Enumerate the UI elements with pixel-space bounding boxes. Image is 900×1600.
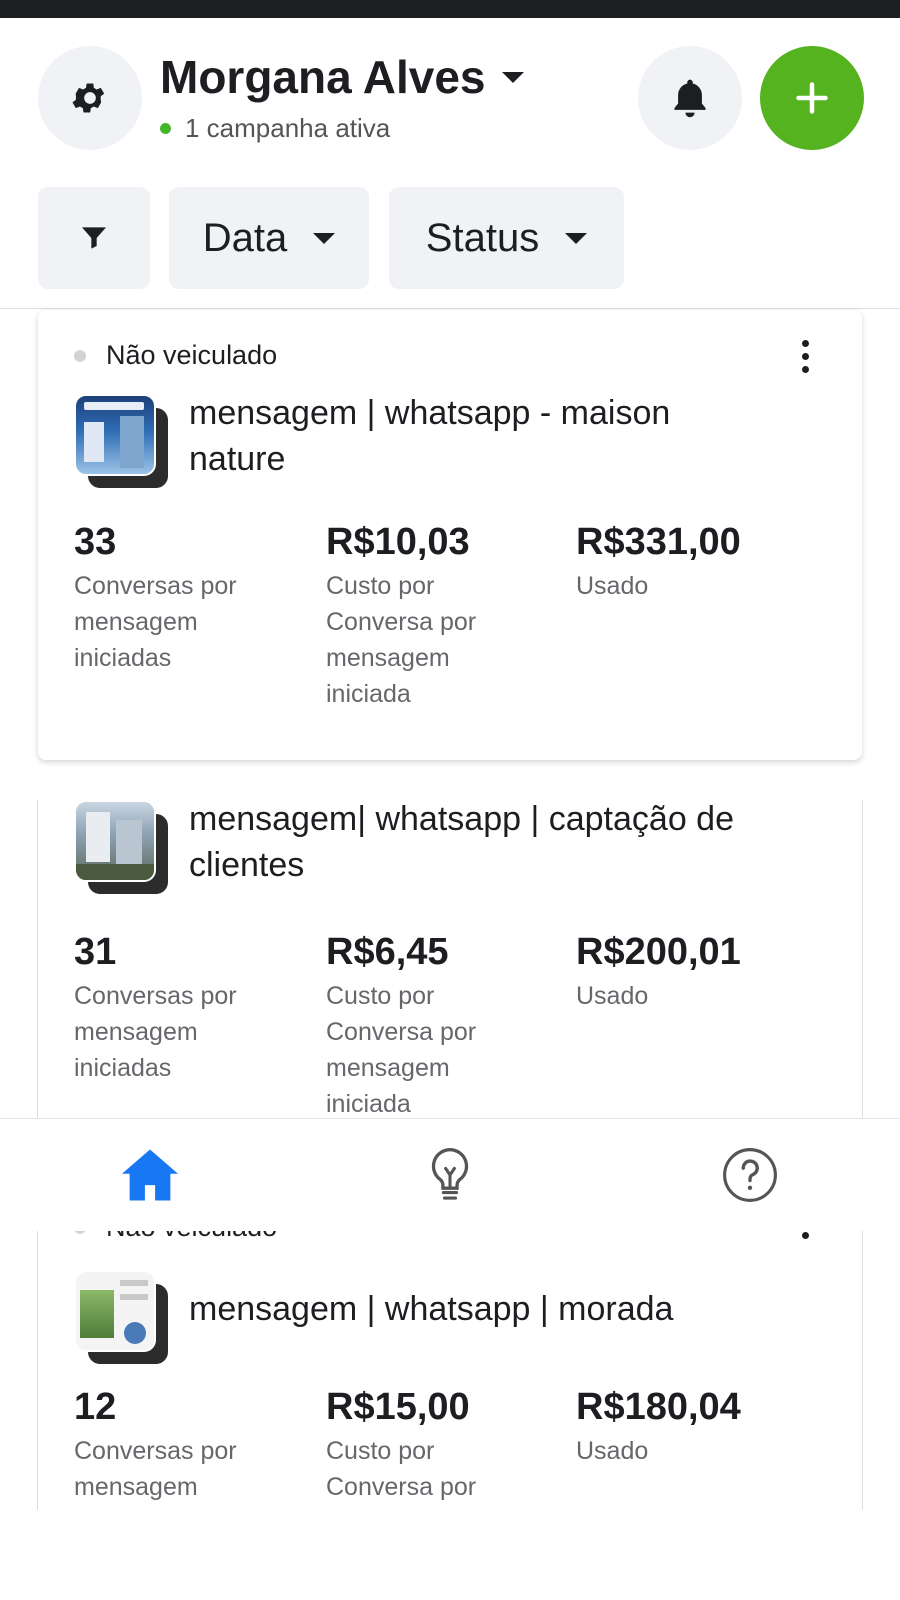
ad-title-line: mensagem | whatsapp | morada bbox=[189, 1290, 674, 1328]
metric-cost-per-conversation: R$10,03 Custo por Conversa por mensagem … bbox=[326, 520, 566, 712]
page-header: Morgana Alves 1 campanha ativa Data Stat… bbox=[0, 18, 900, 308]
create-button[interactable] bbox=[760, 46, 864, 150]
ad-thumbnail bbox=[74, 1270, 170, 1366]
metric-value: R$15,00 bbox=[326, 1386, 470, 1428]
ad-title[interactable]: mensagem| whatsapp | captação de cliente… bbox=[189, 800, 829, 888]
filter-button[interactable] bbox=[38, 187, 150, 289]
date-filter-label: Data bbox=[202, 215, 288, 260]
ad-status-text: Não veiculado bbox=[106, 1230, 277, 1243]
active-status-dot bbox=[160, 123, 171, 134]
lightbulb-icon bbox=[431, 1148, 469, 1200]
notifications-button[interactable] bbox=[638, 46, 742, 150]
ad-title-line: mensagem| whatsapp | captação de bbox=[189, 800, 734, 838]
filter-icon bbox=[82, 227, 106, 249]
metric-value: R$180,04 bbox=[576, 1386, 741, 1428]
metric-label: Usado bbox=[576, 982, 649, 1010]
help-icon bbox=[723, 1148, 777, 1202]
metric-label: Conversas por mensagem iniciadas bbox=[74, 572, 237, 672]
chevron-down-icon bbox=[501, 71, 524, 83]
metric-cost-per-conversation: R$15,00 Custo por Conversa por bbox=[326, 1385, 566, 1505]
metric-amount-spent: R$200,01 Usado bbox=[576, 930, 816, 1014]
metric-value: 33 bbox=[74, 521, 117, 563]
metric-label: Custo por Conversa por bbox=[326, 1437, 477, 1501]
metric-value: 12 bbox=[74, 1386, 117, 1428]
more-options-icon[interactable] bbox=[800, 340, 810, 373]
metric-label: Custo por Conversa por mensagem iniciada bbox=[326, 982, 477, 1118]
header-divider bbox=[0, 308, 900, 309]
metric-amount-spent: R$331,00 Usado bbox=[576, 520, 816, 604]
ad-title-line: nature bbox=[189, 440, 286, 478]
bell-icon bbox=[674, 79, 706, 118]
ad-status: Não veiculado bbox=[74, 1230, 277, 1243]
chevron-down-icon bbox=[313, 232, 336, 244]
metric-label: Custo por Conversa por mensagem iniciada bbox=[326, 572, 477, 708]
ad-title-line: clientes bbox=[189, 846, 305, 884]
account-selector[interactable]: Morgana Alves bbox=[160, 50, 524, 104]
metric-conversations: 33 Conversas por mensagem iniciadas bbox=[74, 520, 314, 676]
metric-label: Conversas por mensagem bbox=[74, 1437, 237, 1501]
active-campaigns-indicator: 1 campanha ativa bbox=[160, 113, 390, 144]
metric-cost-per-conversation: R$6,45 Custo por Conversa por mensagem i… bbox=[326, 930, 566, 1120]
more-options-icon[interactable] bbox=[800, 1232, 810, 1239]
gear-icon bbox=[72, 83, 105, 113]
metric-value: R$331,00 bbox=[576, 521, 741, 563]
ad-thumbnail bbox=[74, 394, 170, 490]
metric-label: Usado bbox=[576, 572, 649, 600]
ad-card[interactable]: Não veiculado mensagem | whatsapp | mora… bbox=[38, 1230, 862, 1510]
metric-value: R$6,45 bbox=[326, 931, 449, 973]
date-filter-dropdown[interactable]: Data bbox=[169, 187, 369, 289]
home-icon bbox=[122, 1149, 178, 1201]
active-campaigns-text: 1 campanha ativa bbox=[185, 113, 391, 143]
metric-label: Conversas por mensagem iniciadas bbox=[74, 982, 237, 1082]
metric-label: Usado bbox=[576, 1437, 649, 1465]
metric-amount-spent: R$180,04 Usado bbox=[576, 1385, 816, 1469]
settings-button[interactable] bbox=[38, 46, 142, 150]
bottom-navigation bbox=[0, 1118, 900, 1231]
nav-home[interactable] bbox=[90, 1119, 210, 1231]
metric-value: 31 bbox=[74, 931, 117, 973]
ad-status-text: Não veiculado bbox=[106, 340, 278, 370]
metric-value: R$200,01 bbox=[576, 931, 741, 973]
plus-icon bbox=[796, 82, 828, 114]
metric-value: R$10,03 bbox=[326, 521, 470, 563]
nav-tips[interactable] bbox=[390, 1119, 510, 1231]
ad-thumbnail bbox=[74, 800, 170, 896]
status-filter-dropdown[interactable]: Status bbox=[389, 187, 624, 289]
nav-help[interactable] bbox=[690, 1119, 810, 1231]
ad-title-line: mensagem | whatsapp - maison bbox=[189, 394, 671, 432]
ad-status: Não veiculado bbox=[74, 340, 277, 371]
ad-card[interactable]: mensagem| whatsapp | captação de cliente… bbox=[38, 800, 862, 1120]
status-dot bbox=[74, 349, 86, 362]
metric-conversations: 31 Conversas por mensagem iniciadas bbox=[74, 930, 314, 1086]
chevron-down-icon bbox=[565, 232, 588, 244]
ad-title[interactable]: mensagem | whatsapp - maison nature bbox=[189, 390, 829, 482]
ad-card[interactable]: Não veiculado mensagem | whatsapp - mais… bbox=[38, 310, 862, 760]
metric-conversations: 12 Conversas por mensagem bbox=[74, 1385, 314, 1505]
account-name: Morgana Alves bbox=[160, 51, 486, 103]
status-filter-label: Status bbox=[425, 215, 540, 260]
system-status-bar bbox=[0, 0, 900, 18]
ad-title[interactable]: mensagem | whatsapp | morada bbox=[189, 1286, 829, 1332]
